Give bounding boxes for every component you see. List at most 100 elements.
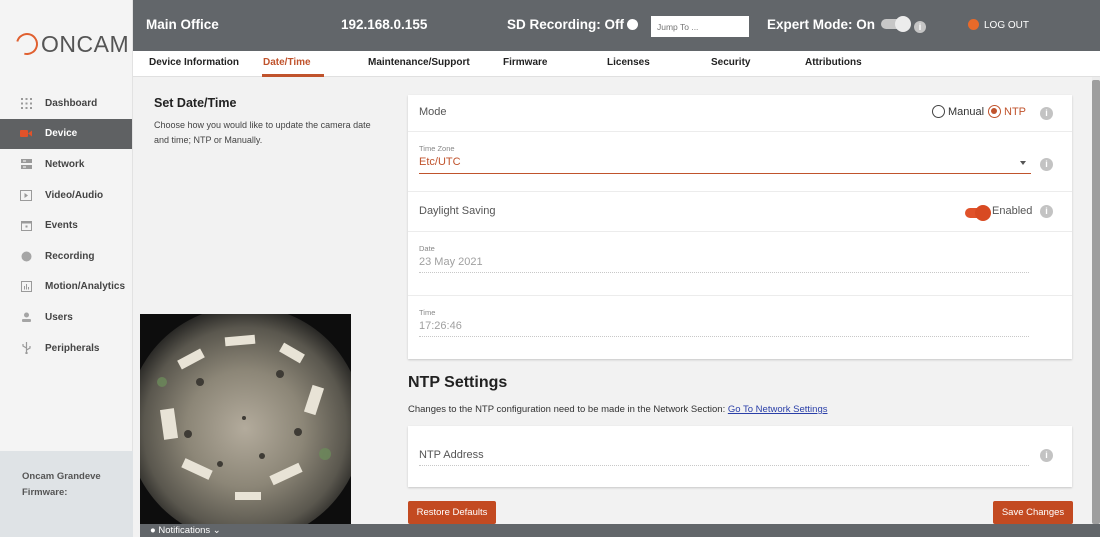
date-input[interactable]: 23 May 2021: [419, 256, 483, 268]
sidebar-item-label: Peripherals: [45, 342, 100, 354]
timezone-label: Time Zone: [419, 144, 455, 153]
usb-icon: [20, 342, 32, 355]
ntp-address-card: NTP Address i: [408, 426, 1072, 487]
tab-maintenance-support[interactable]: Maintenance/Support: [368, 57, 470, 68]
active-tab-indicator: [262, 74, 324, 77]
mode-option-label: NTP: [1004, 105, 1026, 118]
date-row: Date 23 May 2021: [408, 232, 1072, 296]
notifications-bar[interactable]: ● Notifications ⌄: [140, 524, 1100, 537]
ntp-settings-description: Changes to the NTP configuration need to…: [408, 404, 827, 415]
radio-circle-icon: [932, 105, 945, 118]
tab-security[interactable]: Security: [711, 57, 750, 68]
sd-recording-label: SD Recording: Off: [507, 17, 624, 32]
logout-button[interactable]: LOG OUT: [968, 19, 1029, 31]
sidebar-item-network[interactable]: Network: [0, 149, 132, 180]
chevron-down-icon: ⌄: [212, 525, 221, 536]
sidebar-item-label: Video/Audio: [45, 189, 104, 201]
timezone-select[interactable]: Etc/UTC: [419, 156, 461, 168]
time-input[interactable]: 17:26:46: [419, 320, 462, 332]
logout-icon: [968, 19, 979, 30]
device-info-footer: Oncam Grandeve Firmware:: [0, 451, 133, 537]
camera-fisheye-preview: [140, 314, 351, 524]
ntp-description-text: Changes to the NTP configuration need to…: [408, 404, 726, 415]
sidebar-item-dashboard[interactable]: Dashboard: [0, 88, 132, 119]
save-changes-button[interactable]: Save Changes: [993, 501, 1073, 524]
sd-status-dot-icon: [627, 19, 638, 30]
mode-option-label: Manual: [948, 105, 985, 118]
sidebar-item-video-audio[interactable]: Video/Audio: [0, 180, 132, 211]
top-bar: Main Office 192.168.0.155 SD Recording: …: [133, 0, 1100, 51]
tab-device-information[interactable]: Device Information: [149, 57, 239, 68]
time-row: Time 17:26:46: [408, 296, 1072, 359]
firmware-label: Firmware:: [22, 487, 68, 498]
sd-recording-status: SD Recording: Off: [507, 17, 638, 32]
location-name: Main Office: [146, 17, 219, 32]
sidebar-item-label: Recording: [45, 250, 95, 262]
go-to-network-settings-link[interactable]: Go To Network Settings: [728, 404, 828, 415]
oncam-logo-mark-icon: [11, 28, 43, 60]
ntp-address-info-icon[interactable]: i: [1040, 449, 1053, 462]
sidebar-item-label: Network: [45, 158, 85, 170]
oncam-logo-text: ONCAM: [41, 30, 130, 57]
sidebar-item-label: Dashboard: [45, 97, 98, 109]
fisheye-image-icon: [140, 314, 351, 524]
sidebar-item-motion-analytics[interactable]: Motion/Analytics: [0, 272, 132, 303]
section-description: Choose how you would like to update the …: [154, 120, 371, 145]
user-icon: [20, 311, 32, 323]
daylight-saving-state: Enabled: [992, 205, 1033, 217]
sidebar-item-device[interactable]: Device: [0, 118, 132, 150]
sidebar: ONCAM Dashboard Device Network Video/Aud…: [0, 0, 133, 537]
video-play-icon: [20, 189, 32, 201]
date-label: Date: [419, 244, 435, 253]
mode-radio-ntp[interactable]: NTP: [988, 105, 1026, 118]
ntp-settings-title: NTP Settings: [408, 374, 508, 391]
mode-row: Mode Manual NTP i: [408, 95, 1072, 132]
sidebar-item-label: Device: [45, 128, 78, 140]
scrollbar-thumb[interactable]: [1092, 80, 1100, 524]
sidebar-item-events[interactable]: Events: [0, 210, 132, 241]
sidebar-item-peripherals[interactable]: Peripherals: [0, 333, 132, 364]
logout-label: LOG OUT: [984, 20, 1030, 31]
device-model: Oncam Grandeve: [22, 471, 101, 482]
timezone-info-icon[interactable]: i: [1040, 158, 1053, 171]
tab-licenses[interactable]: Licenses: [607, 57, 650, 68]
expert-mode: Expert Mode: On i: [767, 16, 927, 33]
tab-date-time[interactable]: Date/Time: [263, 57, 311, 68]
expert-mode-label: Expert Mode: On: [767, 17, 876, 32]
sidebar-nav: Dashboard Device Network Video/Audio Eve…: [0, 88, 132, 363]
calendar-icon: [20, 220, 32, 232]
time-underline: [419, 336, 1029, 337]
mode-label: Mode: [419, 106, 447, 118]
record-dot-icon: [20, 250, 32, 262]
timezone-underline: [419, 173, 1031, 174]
mode-radio-manual[interactable]: Manual: [932, 105, 984, 118]
jump-to-input[interactable]: [651, 16, 749, 37]
oncam-logo: ONCAM: [0, 0, 132, 88]
chevron-down-icon[interactable]: [1020, 161, 1026, 165]
expert-mode-toggle[interactable]: [881, 16, 912, 32]
daylight-saving-toggle[interactable]: [965, 205, 991, 221]
notifications-label: Notifications: [158, 525, 211, 536]
mode-info-icon[interactable]: i: [1040, 107, 1053, 120]
ip-address: 192.168.0.155: [341, 17, 428, 32]
tab-firmware[interactable]: Firmware: [503, 57, 547, 68]
timezone-row: Time Zone Etc/UTC i: [408, 132, 1072, 192]
ntp-address-input[interactable]: [419, 465, 1029, 466]
ntp-address-label: NTP Address: [419, 449, 484, 461]
daylight-saving-label: Daylight Saving: [419, 205, 496, 217]
time-label: Time: [419, 308, 436, 317]
sidebar-item-users[interactable]: Users: [0, 302, 132, 333]
sidebar-item-recording[interactable]: Recording: [0, 241, 132, 272]
restore-defaults-button[interactable]: Restore Defaults: [408, 501, 496, 524]
date-underline: [419, 272, 1029, 273]
dashboard-grid-icon: [20, 97, 32, 109]
expert-mode-info-icon[interactable]: i: [914, 21, 927, 33]
analytics-chart-icon: [20, 281, 32, 293]
daylight-saving-row: Daylight Saving Enabled i: [408, 192, 1072, 232]
radio-selected-icon: [988, 105, 1001, 118]
tab-attributions[interactable]: Attributions: [805, 57, 862, 68]
sidebar-item-label: Events: [45, 220, 78, 232]
date-time-card: Mode Manual NTP i Time Zone Etc/UTC i Da…: [408, 95, 1072, 359]
notification-bell-icon: ●: [150, 525, 156, 536]
daylight-saving-info-icon[interactable]: i: [1040, 205, 1053, 218]
